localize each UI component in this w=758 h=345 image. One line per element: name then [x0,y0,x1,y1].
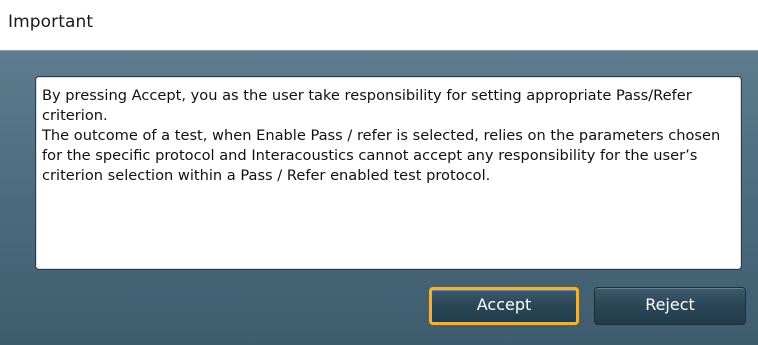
reject-button[interactable]: Reject [594,287,746,325]
message-box: By pressing Accept, you as the user take… [35,76,742,270]
accept-button[interactable]: Accept [429,287,579,325]
title-bar: Important [0,0,758,50]
message-text: By pressing Accept, you as the user take… [42,87,721,184]
dialog-title: Important [8,12,94,32]
dialog-body: By pressing Accept, you as the user take… [0,50,758,345]
important-dialog: Important By pressing Accept, you as the… [0,0,758,345]
